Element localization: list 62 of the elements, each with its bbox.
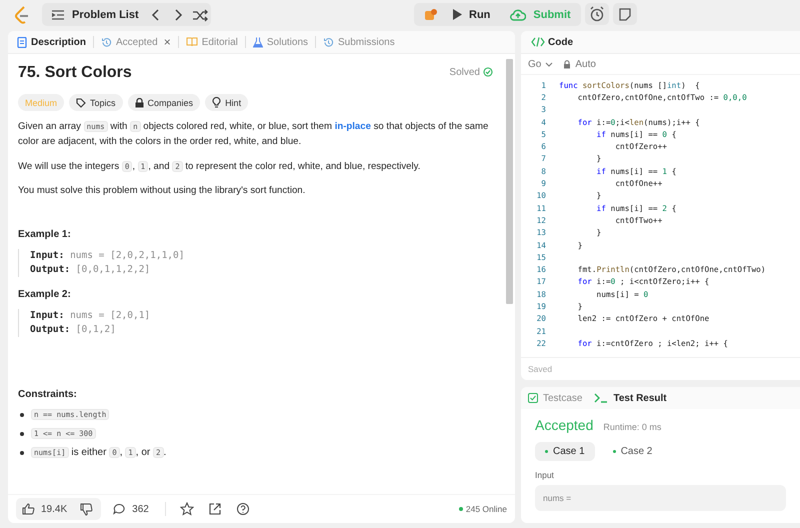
example-output-text: Output: [0,1,2] <box>30 324 116 336</box>
constraints-heading: Constraints: <box>18 389 78 400</box>
input-value-field: nums = <box>535 485 786 511</box>
run-button[interactable]: Run <box>442 3 500 26</box>
problem-title: 75. Sort Colors <box>18 64 132 82</box>
online-count: 245 Online <box>466 504 507 514</box>
alarm-clock-icon[interactable] <box>584 3 609 25</box>
code-brackets-icon <box>531 37 545 47</box>
document-icon <box>17 36 27 48</box>
tab[interactable]: Accepted × <box>100 33 172 51</box>
tag-chip[interactable]: Companies <box>128 94 200 111</box>
verdict-text: Accepted <box>535 417 594 433</box>
saved-status: Saved <box>521 357 800 380</box>
bullet-icon <box>20 432 24 436</box>
code-tab[interactable]: Code <box>531 36 573 48</box>
terminal-icon <box>594 393 608 403</box>
book-icon <box>186 37 198 47</box>
cloud-upload-icon <box>510 8 526 20</box>
bullet-icon <box>20 450 24 455</box>
history-icon <box>101 36 112 48</box>
comments-button[interactable]: 362 <box>107 498 155 520</box>
online-dot-icon <box>458 507 463 511</box>
list-icon <box>52 10 64 20</box>
tab[interactable]: Description <box>16 34 88 50</box>
example-output-text: Output: [0,0,1,1,2,2] <box>30 264 150 276</box>
lock-icon <box>134 98 144 108</box>
difficulty-badge: Medium <box>18 94 64 111</box>
flask-icon <box>252 36 263 48</box>
close-icon[interactable]: × <box>164 35 171 49</box>
tag-chip[interactable]: Topics <box>69 94 123 111</box>
runtime-text: Runtime: 0 ms <box>603 422 662 432</box>
example-heading: Example 1: <box>18 229 72 240</box>
history-icon <box>323 36 334 48</box>
bullet-icon <box>20 412 24 417</box>
scrollbar-thumb[interactable] <box>506 59 513 304</box>
case-tab[interactable]: Case 2 <box>602 442 662 461</box>
lightbulb-icon <box>212 97 222 108</box>
chevron-down-icon <box>545 62 554 66</box>
lock-icon <box>563 60 572 68</box>
help-icon[interactable] <box>236 502 250 516</box>
check-circle-icon <box>483 67 493 77</box>
tag-chip[interactable]: Hint <box>205 94 248 111</box>
example-input-text: Input: nums = [2,0,2,1,1,0] <box>30 250 184 262</box>
thumbs-up-icon <box>22 503 35 515</box>
checkbox-icon <box>528 393 538 403</box>
description-paragraph: You must solve this problem without using the library's sort function. <box>18 184 306 198</box>
auto-mode-toggle[interactable]: Auto <box>563 58 596 70</box>
solved-status: Solved <box>449 66 480 78</box>
example-input-text: Input: nums = [2,0,1] <box>30 310 150 322</box>
example-heading: Example 2: <box>18 289 72 300</box>
case-tab[interactable]: Case 1 <box>535 442 595 461</box>
in-place-link[interactable]: in-place <box>334 121 371 132</box>
star-icon[interactable] <box>180 502 194 516</box>
input-label: Input <box>535 470 555 480</box>
tag-icon <box>76 98 86 108</box>
share-icon[interactable] <box>208 502 222 516</box>
note-icon[interactable] <box>612 3 637 25</box>
play-icon <box>452 9 462 20</box>
speech-bubble-icon <box>113 503 126 515</box>
tab[interactable]: Test Result <box>594 392 667 404</box>
logo-icon[interactable] <box>14 6 30 24</box>
language-dropdown[interactable]: Go <box>528 58 554 70</box>
